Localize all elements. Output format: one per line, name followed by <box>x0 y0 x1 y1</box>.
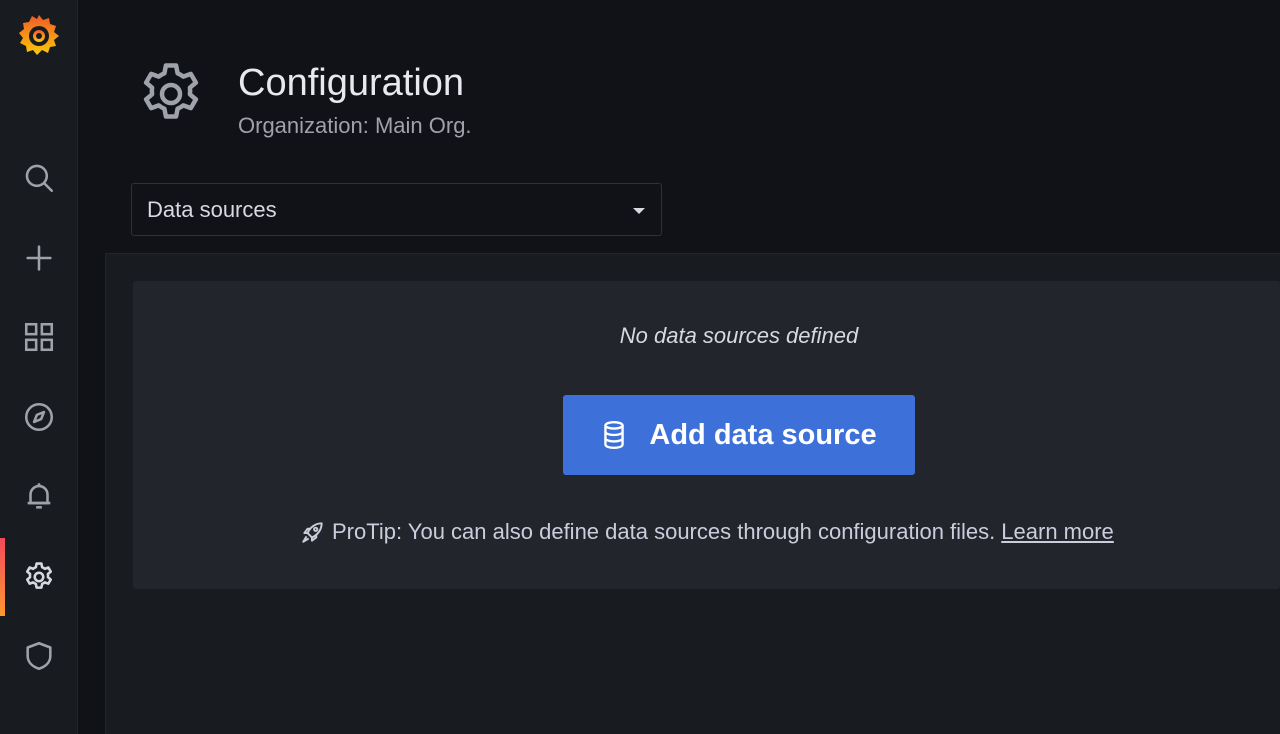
explore-compass-icon <box>24 402 54 432</box>
gear-icon <box>25 562 53 589</box>
rocket-icon <box>302 522 323 543</box>
search-icon <box>25 164 54 193</box>
caret-down-icon <box>633 208 645 214</box>
protip-text: ProTip: You can also define data sources… <box>332 519 996 544</box>
select-value: Data sources <box>147 196 277 222</box>
grafana-logo-icon[interactable] <box>14 10 64 60</box>
shield-icon <box>26 641 52 671</box>
database-icon <box>604 420 625 450</box>
empty-message: No data sources defined <box>619 323 859 348</box>
alerting-bell-icon <box>27 483 51 509</box>
page-title: Configuration <box>238 62 465 104</box>
configuration-gear-icon <box>135 58 207 130</box>
page-subtitle: Organization: Main Org. <box>238 113 472 138</box>
sidebar-item-search[interactable] <box>0 139 78 217</box>
config-section-select[interactable]: Data sources <box>131 183 662 236</box>
sidebar-item-alerting[interactable] <box>0 457 78 535</box>
add-data-source-label: Add data source <box>649 418 877 451</box>
sidebar-item-configuration[interactable] <box>0 538 78 616</box>
sidebar-item-server-admin[interactable] <box>0 617 78 695</box>
sidebar-item-create[interactable] <box>0 219 78 297</box>
protip: ProTip: You can also define data sources… <box>300 516 1114 548</box>
add-data-source-button[interactable]: Add data source <box>563 395 915 475</box>
learn-more-link[interactable]: Learn more <box>1001 519 1114 545</box>
plus-icon <box>26 245 52 271</box>
sidebar-item-explore[interactable] <box>0 378 78 456</box>
side-menu <box>0 0 78 734</box>
